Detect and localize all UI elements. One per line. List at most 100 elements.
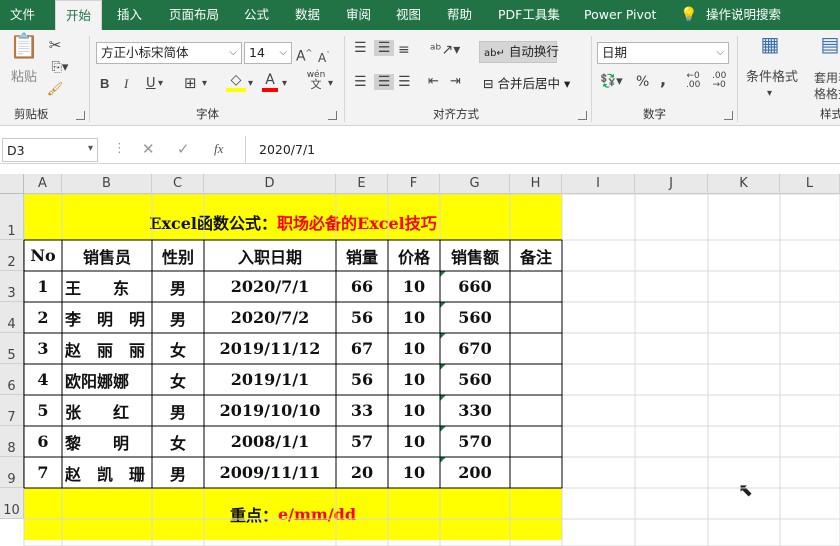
- data-cell[interactable]: [510, 426, 562, 457]
- data-cell[interactable]: 男: [152, 302, 204, 333]
- data-cell[interactable]: [510, 302, 562, 333]
- data-cell[interactable]: 20: [336, 457, 388, 488]
- increase-decimal-icon[interactable]: ←0.00: [686, 72, 700, 90]
- tab-data[interactable]: 数据: [295, 0, 320, 30]
- column-header-E[interactable]: E: [336, 174, 388, 194]
- header-cell[interactable]: 销售员: [62, 240, 152, 271]
- row-header-10[interactable]: 10: [0, 488, 24, 519]
- data-cell[interactable]: 女: [152, 333, 204, 364]
- select-all-button[interactable]: [0, 174, 24, 194]
- data-cell[interactable]: [510, 364, 562, 395]
- row-header-8[interactable]: 8: [0, 426, 24, 457]
- column-header-C[interactable]: C: [152, 174, 204, 194]
- data-cell[interactable]: 男: [152, 395, 204, 426]
- data-cell[interactable]: 4: [24, 364, 62, 395]
- column-header-L[interactable]: L: [780, 174, 840, 194]
- chevron-down-icon[interactable]: ▾: [248, 76, 253, 92]
- header-cell[interactable]: 性别: [152, 240, 204, 271]
- row-header-2[interactable]: 2: [0, 240, 24, 271]
- data-cell[interactable]: 56: [336, 364, 388, 395]
- data-cell[interactable]: 570: [440, 426, 510, 457]
- column-header-H[interactable]: H: [510, 174, 562, 194]
- data-cell[interactable]: 男: [152, 457, 204, 488]
- increase-font-icon[interactable]: A^: [296, 45, 312, 65]
- tab-help[interactable]: 帮助: [447, 0, 472, 30]
- percent-button[interactable]: %: [636, 74, 649, 90]
- header-cell[interactable]: 入职日期: [204, 240, 336, 271]
- paste-icon[interactable]: 📋: [8, 34, 40, 68]
- header-cell[interactable]: 价格: [388, 240, 440, 271]
- data-cell[interactable]: [510, 457, 562, 488]
- data-cell[interactable]: 57: [336, 426, 388, 457]
- data-cell[interactable]: [510, 395, 562, 426]
- data-cell[interactable]: 560: [440, 302, 510, 333]
- row-header-1[interactable]: 1: [0, 194, 24, 240]
- formula-input[interactable]: 2020/7/1: [245, 136, 840, 164]
- data-cell[interactable]: 67: [336, 333, 388, 364]
- cancel-icon[interactable]: ✕: [142, 140, 155, 158]
- data-cell[interactable]: 670: [440, 333, 510, 364]
- data-cell[interactable]: 张 红: [62, 395, 152, 426]
- align-top-icon[interactable]: ☰: [354, 40, 367, 56]
- chevron-down-icon[interactable]: ▾: [88, 143, 93, 154]
- align-right-icon[interactable]: ☰: [398, 74, 411, 90]
- clipboard-dialog-launcher[interactable]: [76, 111, 85, 120]
- chevron-down-icon[interactable]: ▾: [328, 76, 333, 92]
- decrease-indent-icon[interactable]: ⇤: [428, 74, 439, 90]
- number-format-select[interactable]: 日期 ⌵: [597, 42, 729, 64]
- row-header-3[interactable]: 3: [0, 271, 24, 302]
- data-cell[interactable]: 3: [24, 333, 62, 364]
- data-cell[interactable]: 33: [336, 395, 388, 426]
- title-cell[interactable]: Excel函数公式： 职场必备的Excel技巧: [24, 194, 562, 240]
- header-cell[interactable]: No: [24, 240, 62, 271]
- decrease-decimal-icon[interactable]: .00 →0: [712, 72, 726, 90]
- row-header-4[interactable]: 4: [0, 302, 24, 333]
- font-color-icon[interactable]: A: [262, 72, 278, 92]
- data-cell[interactable]: 2008/1/1: [204, 426, 336, 457]
- fill-color-icon[interactable]: ◇: [226, 72, 246, 92]
- data-cell[interactable]: 男: [152, 271, 204, 302]
- data-cell[interactable]: 1: [24, 271, 62, 302]
- chevron-down-icon[interactable]: ▾: [282, 76, 287, 92]
- data-cell[interactable]: 10: [388, 395, 440, 426]
- row-header-7[interactable]: 7: [0, 395, 24, 426]
- header-cell[interactable]: 备注: [510, 240, 562, 271]
- data-cell[interactable]: 2020/7/2: [204, 302, 336, 333]
- format-painter-icon[interactable]: 🖌: [46, 82, 64, 98]
- decrease-font-icon[interactable]: Aˇ: [318, 47, 330, 66]
- wrap-text-button[interactable]: ab↵ 自动换行: [479, 41, 559, 63]
- tab-power-pivot[interactable]: Power Pivot: [584, 0, 656, 30]
- column-header-D[interactable]: D: [204, 174, 336, 194]
- data-cell[interactable]: 6: [24, 426, 62, 457]
- format-as-table-icon[interactable]: ▤: [816, 34, 840, 64]
- column-header-F[interactable]: F: [388, 174, 440, 194]
- data-cell[interactable]: 女: [152, 426, 204, 457]
- tab-file[interactable]: 文件: [10, 0, 35, 30]
- data-cell[interactable]: 2: [24, 302, 62, 333]
- row-header-5[interactable]: 5: [0, 333, 24, 364]
- conditional-formatting-icon[interactable]: ▦: [756, 34, 784, 64]
- align-left-icon[interactable]: ☰: [354, 74, 367, 90]
- chevron-down-icon[interactable]: ▾: [202, 76, 207, 92]
- column-header-A[interactable]: A: [24, 174, 62, 194]
- tab-formulas[interactable]: 公式: [244, 0, 269, 30]
- data-cell[interactable]: [510, 271, 562, 302]
- data-cell[interactable]: 2020/7/1: [204, 271, 336, 302]
- comma-style-button[interactable]: ,: [660, 72, 666, 88]
- tab-insert[interactable]: 插入: [117, 0, 142, 30]
- data-cell[interactable]: 欧阳娜娜: [62, 364, 152, 395]
- name-box[interactable]: D3 ▾: [2, 138, 98, 162]
- data-cell[interactable]: 10: [388, 302, 440, 333]
- font-name-select[interactable]: 方正小标宋简体 ⌵: [96, 42, 242, 64]
- format-as-table-label[interactable]: 套用表格格式: [800, 70, 840, 102]
- accounting-format-icon[interactable]: 💱▾: [600, 74, 623, 90]
- data-cell[interactable]: 560: [440, 364, 510, 395]
- row-header-9[interactable]: 9: [0, 457, 24, 488]
- row-header-6[interactable]: 6: [0, 364, 24, 395]
- cut-icon[interactable]: ✂: [46, 37, 64, 53]
- data-cell[interactable]: 330: [440, 395, 510, 426]
- header-cell[interactable]: 销售额: [440, 240, 510, 271]
- data-cell[interactable]: 5: [24, 395, 62, 426]
- data-cell[interactable]: 7: [24, 457, 62, 488]
- chevron-down-icon[interactable]: ▾: [158, 76, 163, 92]
